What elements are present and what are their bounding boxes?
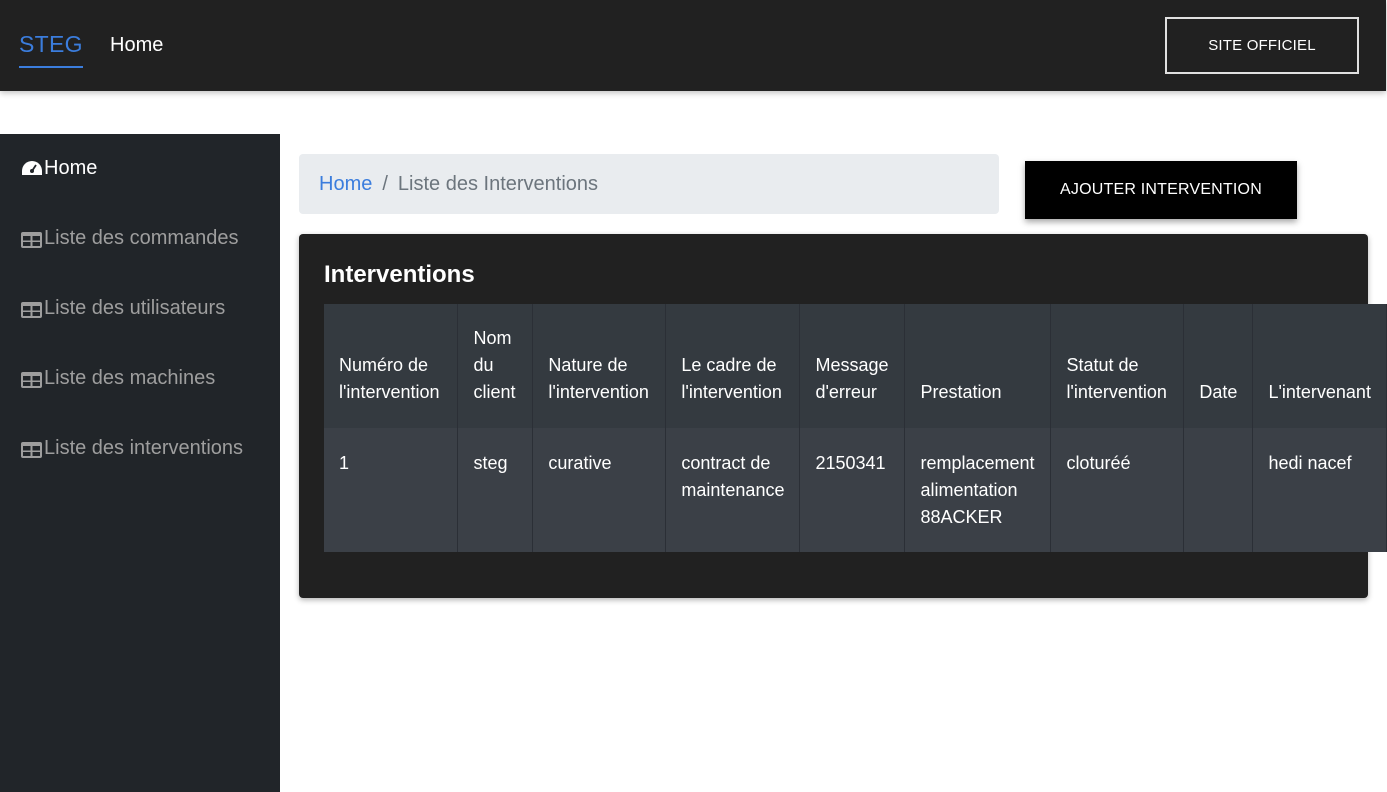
sidebar-item-machines[interactable]: Liste des machines (20, 367, 215, 390)
cell-statut: cloturéé (1050, 428, 1185, 552)
sidebar-item-label: Liste des commandes (44, 227, 239, 249)
table-header-row: Numéro de l'intervention Nom du client N… (324, 304, 1387, 428)
sidebar-item-utilisateurs[interactable]: Liste des utilisateurs (20, 297, 225, 320)
cell-cadre: contract de maintenance (665, 428, 801, 552)
dashboard-icon (22, 160, 42, 175)
sidebar-item-label: Liste des machines (44, 367, 216, 389)
col-header-nature: Nature de l'intervention (532, 304, 667, 428)
sidebar-item-commandes[interactable]: Liste des commandes (20, 227, 239, 250)
table-icon (21, 301, 42, 318)
col-header-cadre: Le cadre de l'intervention (665, 304, 801, 428)
cell-nature: curative (532, 428, 667, 552)
cell-message: 2150341 (799, 428, 906, 552)
sidebar-item-interventions[interactable]: Liste des interventions (20, 437, 243, 460)
breadcrumb-home-link[interactable]: Home (319, 173, 372, 196)
table-icon (21, 441, 42, 458)
cell-client: steg (457, 428, 534, 552)
col-header-prestation: Prestation (904, 304, 1052, 428)
col-header-message: Message d'erreur (799, 304, 906, 428)
col-header-intervenant: L'intervenant (1252, 304, 1387, 428)
nav-home-link[interactable]: Home (110, 34, 163, 57)
breadcrumb-current: Liste des Interventions (397, 172, 599, 195)
top-navbar: STEG Home SITE OFFICIEL (0, 0, 1386, 91)
sidebar: Home Liste des commandes Liste des utili… (0, 134, 280, 792)
col-header-date: Date (1183, 304, 1254, 428)
sidebar-item-home[interactable]: Home (20, 157, 97, 180)
breadcrumb: Home / Liste des Interventions (299, 154, 999, 214)
brand-link[interactable]: STEG (19, 31, 83, 68)
sidebar-item-label: Liste des interventions (44, 437, 244, 459)
table-icon (21, 231, 42, 248)
col-header-client: Nom du client (457, 304, 534, 428)
col-header-numero: Numéro de l'intervention (324, 304, 459, 428)
cell-date (1183, 428, 1254, 552)
breadcrumb-separator: / (382, 172, 388, 195)
card-title: Interventions (324, 261, 475, 288)
sidebar-item-label: Liste des utilisateurs (44, 297, 226, 319)
interventions-table: Numéro de l'intervention Nom du client N… (324, 304, 1387, 552)
site-officiel-button[interactable]: SITE OFFICIEL (1165, 17, 1359, 74)
table-row[interactable]: 1 steg curative contract de maintenance … (324, 428, 1387, 552)
table-icon (21, 371, 42, 388)
cell-prestation: remplacement alimentation 88ACKER (904, 428, 1052, 552)
col-header-statut: Statut de l'intervention (1050, 304, 1185, 428)
add-intervention-button[interactable]: AJOUTER INTERVENTION (1025, 161, 1297, 219)
cell-numero: 1 (324, 428, 459, 552)
cell-intervenant: hedi nacef (1252, 428, 1387, 552)
sidebar-item-label: Home (44, 157, 98, 179)
